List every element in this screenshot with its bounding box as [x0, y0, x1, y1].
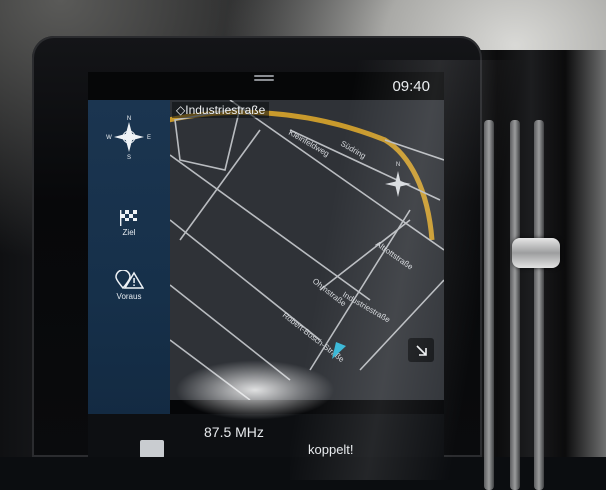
- svg-text:E: E: [147, 135, 151, 141]
- svg-text:N: N: [396, 162, 400, 168]
- connection-message: koppelt!: [308, 442, 354, 457]
- sidebar-item-compass[interactable]: N E S W: [88, 114, 170, 162]
- status-bar: 09:40: [88, 72, 444, 100]
- sidebar-item-destination[interactable]: Ziel: [88, 208, 170, 237]
- sidebar-item-ahead[interactable]: Voraus: [88, 269, 170, 301]
- sidebar-item-label: Ziel: [122, 228, 136, 237]
- map-canvas: Kleinfeldweg Südring Altrottstraße Ohmst…: [170, 100, 444, 400]
- navigation-sidebar: N E S W Ziel Voraus: [88, 100, 170, 420]
- audio-status-bar[interactable]: 87.5 MHz koppelt!: [88, 414, 444, 457]
- vent-slat: [534, 120, 544, 490]
- pull-down-handle[interactable]: [254, 75, 274, 77]
- diamond-icon: ◇: [176, 103, 186, 117]
- checkered-flag-icon: [120, 210, 137, 226]
- compass-icon: N E S W: [106, 116, 151, 161]
- light-glare: [175, 360, 335, 420]
- navigation-map[interactable]: Kleinfeldweg Südring Altrottstraße Ohmst…: [170, 100, 444, 400]
- svg-text:S: S: [127, 155, 131, 160]
- vent-slat: [510, 120, 520, 490]
- current-street-title: ◇Industriestraße: [172, 102, 270, 118]
- vent-knob[interactable]: [512, 238, 560, 268]
- svg-text:N: N: [127, 116, 131, 122]
- clock: 09:40: [392, 78, 430, 95]
- vent-slat: [484, 120, 494, 490]
- radio-icon: [140, 440, 164, 457]
- current-street-label: Industriestraße: [185, 103, 266, 117]
- svg-text:W: W: [106, 135, 112, 141]
- pin-warning-icon: [115, 269, 145, 290]
- sidebar-item-label: Voraus: [116, 292, 142, 301]
- radio-frequency: 87.5 MHz: [204, 424, 264, 440]
